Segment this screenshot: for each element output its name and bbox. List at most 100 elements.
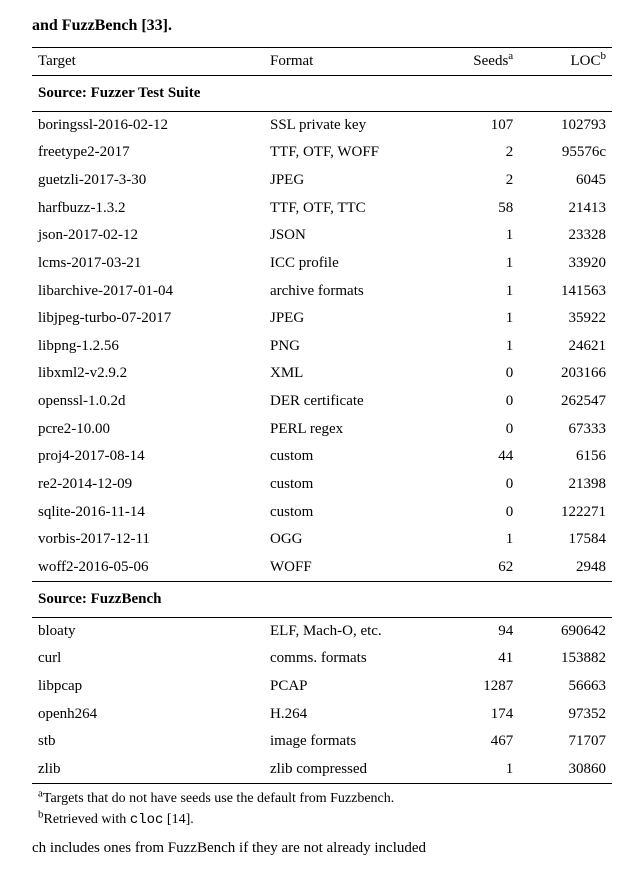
cell-format: ELF, Mach-O, etc. — [264, 617, 438, 645]
cell-seeds: 1 — [438, 756, 519, 784]
cell-loc: 23328 — [519, 222, 612, 250]
cell-target: curl — [32, 645, 264, 673]
cell-seeds: 174 — [438, 700, 519, 728]
cell-format: WOFF — [264, 554, 438, 582]
cell-target: pcre2-10.00 — [32, 416, 264, 444]
col-loc: LOCb — [519, 47, 612, 76]
cell-target: libpng-1.2.56 — [32, 333, 264, 361]
cell-loc: 95576c — [519, 139, 612, 167]
header-row: Target Format Seedsa LOCb — [32, 47, 612, 76]
table-row: libjpeg-turbo-07-2017JPEG135922 — [32, 305, 612, 333]
cell-format: custom — [264, 498, 438, 526]
table-row: re2-2014-12-09custom021398 — [32, 471, 612, 499]
cell-target: harfbuzz-1.3.2 — [32, 195, 264, 223]
table-row: bloatyELF, Mach-O, etc.94690642 — [32, 617, 612, 645]
cell-target: libjpeg-turbo-07-2017 — [32, 305, 264, 333]
table-row: openh264H.26417497352 — [32, 700, 612, 728]
cell-format: image formats — [264, 728, 438, 756]
cell-loc: 6156 — [519, 443, 612, 471]
cell-loc: 690642 — [519, 617, 612, 645]
cell-loc: 153882 — [519, 645, 612, 673]
table-row: zlibzlib compressed130860 — [32, 756, 612, 784]
cell-loc: 122271 — [519, 498, 612, 526]
cell-seeds: 1 — [438, 333, 519, 361]
table-row: harfbuzz-1.3.2TTF, OTF, TTC5821413 — [32, 195, 612, 223]
table-row: libarchive-2017-01-04archive formats1141… — [32, 277, 612, 305]
table-row: lcms-2017-03-21ICC profile133920 — [32, 250, 612, 278]
cell-format: custom — [264, 443, 438, 471]
cell-loc: 67333 — [519, 416, 612, 444]
cell-loc: 21398 — [519, 471, 612, 499]
table-row: stbimage formats46771707 — [32, 728, 612, 756]
cell-seeds: 107 — [438, 111, 519, 139]
cell-seeds: 1 — [438, 526, 519, 554]
table-footnotes: aTargets that do not have seeds use the … — [32, 784, 612, 831]
cell-format: PNG — [264, 333, 438, 361]
cell-format: zlib compressed — [264, 756, 438, 784]
cell-format: DER certificate — [264, 388, 438, 416]
cell-loc: 35922 — [519, 305, 612, 333]
table-row: libpng-1.2.56PNG124621 — [32, 333, 612, 361]
caption-fragment: and FuzzBench [33]. — [32, 14, 612, 39]
table-row: proj4-2017-08-14custom446156 — [32, 443, 612, 471]
cell-seeds: 0 — [438, 360, 519, 388]
cell-format: TTF, OTF, TTC — [264, 195, 438, 223]
cell-seeds: 467 — [438, 728, 519, 756]
cell-seeds: 2 — [438, 167, 519, 195]
cell-format: PCAP — [264, 673, 438, 701]
cell-seeds: 58 — [438, 195, 519, 223]
cell-seeds: 2 — [438, 139, 519, 167]
footnote-b: bRetrieved with cloc [14]. — [38, 809, 606, 831]
cell-target: freetype2-2017 — [32, 139, 264, 167]
cell-seeds: 41 — [438, 645, 519, 673]
cell-loc: 203166 — [519, 360, 612, 388]
col-seeds: Seedsa — [438, 47, 519, 76]
cell-format: PERL regex — [264, 416, 438, 444]
table-row: guetzli-2017-3-30JPEG26045 — [32, 167, 612, 195]
cell-target: openssl-1.0.2d — [32, 388, 264, 416]
cell-loc: 21413 — [519, 195, 612, 223]
cell-target: lcms-2017-03-21 — [32, 250, 264, 278]
cell-format: custom — [264, 471, 438, 499]
cell-loc: 97352 — [519, 700, 612, 728]
cell-target: re2-2014-12-09 — [32, 471, 264, 499]
cell-target: bloaty — [32, 617, 264, 645]
table-row: curlcomms. formats41153882 — [32, 645, 612, 673]
cell-format: OGG — [264, 526, 438, 554]
table-row: freetype2-2017TTF, OTF, WOFF295576c — [32, 139, 612, 167]
source-header-row: Source: FuzzBench — [32, 582, 612, 617]
cell-seeds: 94 — [438, 617, 519, 645]
cell-format: H.264 — [264, 700, 438, 728]
cell-target: boringssl-2016-02-12 — [32, 111, 264, 139]
table-row: pcre2-10.00PERL regex067333 — [32, 416, 612, 444]
cell-format: TTF, OTF, WOFF — [264, 139, 438, 167]
footnote-a: aTargets that do not have seeds use the … — [38, 788, 606, 809]
table-row: libxml2-v2.9.2XML0203166 — [32, 360, 612, 388]
cell-target: sqlite-2016-11-14 — [32, 498, 264, 526]
table-row: sqlite-2016-11-14custom0122271 — [32, 498, 612, 526]
cell-format: comms. formats — [264, 645, 438, 673]
cell-loc: 17584 — [519, 526, 612, 554]
cell-loc: 33920 — [519, 250, 612, 278]
cell-target: libarchive-2017-01-04 — [32, 277, 264, 305]
cell-format: JPEG — [264, 305, 438, 333]
cell-loc: 102793 — [519, 111, 612, 139]
cell-format: ICC profile — [264, 250, 438, 278]
cell-target: proj4-2017-08-14 — [32, 443, 264, 471]
cell-seeds: 44 — [438, 443, 519, 471]
cell-loc: 71707 — [519, 728, 612, 756]
table-row: boringssl-2016-02-12SSL private key10710… — [32, 111, 612, 139]
cell-format: JPEG — [264, 167, 438, 195]
source-header-row: Source: Fuzzer Test Suite — [32, 76, 612, 111]
cell-target: json-2017-02-12 — [32, 222, 264, 250]
cell-seeds: 62 — [438, 554, 519, 582]
cell-target: guetzli-2017-3-30 — [32, 167, 264, 195]
cell-seeds: 1 — [438, 222, 519, 250]
table-row: json-2017-02-12JSON123328 — [32, 222, 612, 250]
cell-seeds: 0 — [438, 471, 519, 499]
cell-target: stb — [32, 728, 264, 756]
cell-target: vorbis-2017-12-11 — [32, 526, 264, 554]
cell-loc: 6045 — [519, 167, 612, 195]
cell-target: openh264 — [32, 700, 264, 728]
cell-target: zlib — [32, 756, 264, 784]
